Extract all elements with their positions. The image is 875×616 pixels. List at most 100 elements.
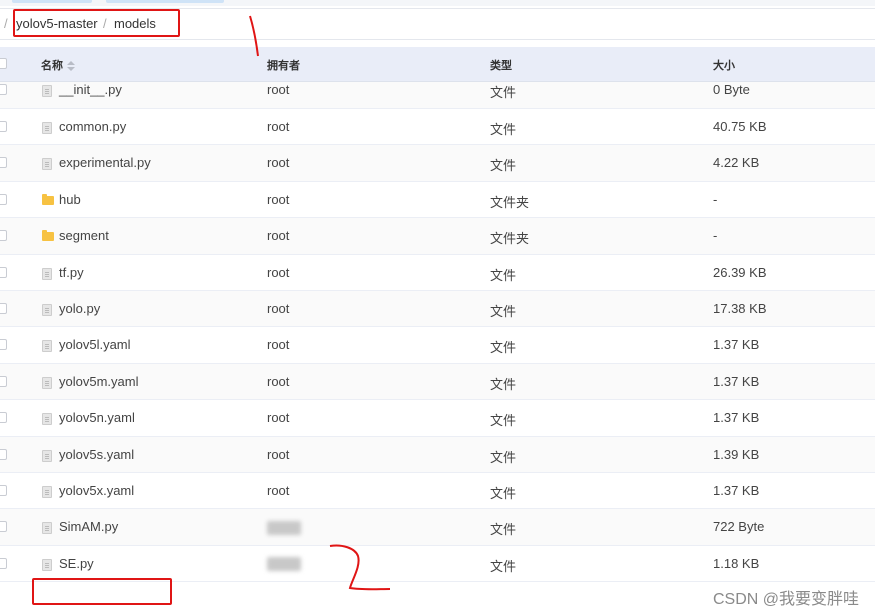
table-row[interactable]: yolov5l.yaml root 文件 1.37 KB xyxy=(0,327,875,364)
file-name-link[interactable]: experimental.py xyxy=(59,155,151,170)
file-icon xyxy=(42,376,52,389)
table-row[interactable]: yolov5m.yaml root 文件 1.37 KB xyxy=(0,363,875,401)
file-name-link[interactable]: segment xyxy=(59,228,109,243)
column-header-size[interactable]: 大小 xyxy=(713,57,735,73)
owner-cell: root xyxy=(267,191,290,207)
row-checkbox[interactable] xyxy=(0,557,7,569)
table-row[interactable]: yolov5x.yaml root 文件 1.37 KB xyxy=(0,473,875,510)
row-checkbox[interactable] xyxy=(0,157,7,169)
select-all-checkbox[interactable] xyxy=(0,58,7,69)
size-cell: 722 Byte xyxy=(713,519,765,535)
file-icon xyxy=(42,340,52,353)
owner-cell xyxy=(267,556,301,572)
table-row[interactable]: tf.py root 文件 26.39 KB xyxy=(0,255,875,291)
file-name-link[interactable]: yolov5l.yaml xyxy=(59,337,131,352)
file-name-link[interactable]: SE.py xyxy=(59,556,94,571)
redacted-owner xyxy=(267,557,301,572)
file-name-link[interactable]: tf.py xyxy=(59,265,84,280)
redacted-owner xyxy=(267,521,301,536)
file-name-link[interactable]: yolov5s.yaml xyxy=(59,447,134,462)
size-cell: 0 Byte xyxy=(713,82,750,98)
file-icon xyxy=(42,303,52,316)
row-checkbox[interactable] xyxy=(0,266,7,278)
column-header-type[interactable]: 类型 xyxy=(490,57,512,73)
file-icon xyxy=(42,121,52,134)
file-name-link[interactable]: __init__.py xyxy=(59,82,122,97)
owner-cell: root xyxy=(267,118,290,134)
size-cell: 1.18 KB xyxy=(713,555,760,571)
top-tab[interactable] xyxy=(12,0,92,3)
row-checkbox[interactable] xyxy=(0,120,7,132)
owner-cell: root xyxy=(267,82,290,98)
row-checkbox[interactable] xyxy=(0,485,7,497)
type-cell: 文件 xyxy=(490,121,517,137)
table-row[interactable]: experimental.py root 文件 4.22 KB xyxy=(0,145,875,182)
type-cell: 文件 xyxy=(490,267,517,283)
owner-cell: root xyxy=(267,410,290,426)
file-name-link[interactable]: yolo.py xyxy=(59,301,100,316)
table-row[interactable]: yolo.py root 文件 17.38 KB xyxy=(0,290,875,328)
type-cell: 文件 xyxy=(490,486,517,502)
type-cell: 文件 xyxy=(490,376,517,392)
row-checkbox[interactable] xyxy=(0,193,7,205)
row-checkbox[interactable] xyxy=(0,375,7,387)
column-header-owner[interactable]: 拥有者 xyxy=(267,57,300,73)
owner-cell: root xyxy=(267,228,290,244)
size-cell: 26.39 KB xyxy=(713,264,767,280)
size-cell: 40.75 KB xyxy=(713,118,767,134)
breadcrumb-item-yolov5-master[interactable]: yolov5-master xyxy=(16,16,98,31)
type-cell: 文件夹 xyxy=(490,231,530,247)
table-header: 名称 拥有者 类型 大小 xyxy=(0,47,875,82)
breadcrumb-item-models[interactable]: models xyxy=(114,16,156,31)
top-tab[interactable] xyxy=(106,0,224,3)
folder-icon xyxy=(42,230,54,242)
file-name-link[interactable]: common.py xyxy=(59,119,126,134)
table-row[interactable]: common.py root 文件 40.75 KB xyxy=(0,109,875,146)
table-row[interactable]: yolov5s.yaml root 文件 1.39 KB xyxy=(0,436,875,474)
table-row[interactable]: segment root 文件夹 - xyxy=(0,218,875,255)
file-list-body: __pycache__root文件夹-__init__.pyroot文件0 By… xyxy=(0,64,875,583)
type-cell: 文件夹 xyxy=(490,194,530,210)
row-checkbox[interactable] xyxy=(0,412,7,424)
breadcrumb-separator: / xyxy=(4,16,8,31)
table-row[interactable]: hub root 文件夹 - xyxy=(0,182,875,219)
table-row[interactable]: yolov5n.yaml root 文件 1.37 KB xyxy=(0,400,875,437)
size-cell: 1.39 KB xyxy=(713,446,760,462)
file-name-link[interactable]: yolov5n.yaml xyxy=(59,410,135,425)
breadcrumb: / yolov5-master / models xyxy=(0,8,875,40)
file-name-link[interactable]: SimAM.py xyxy=(59,519,118,534)
row-checkbox[interactable] xyxy=(0,339,7,351)
type-cell: 文件 xyxy=(490,522,517,538)
owner-cell: root xyxy=(267,264,290,280)
owner-cell: root xyxy=(267,300,290,316)
file-name-link[interactable]: hub xyxy=(59,192,81,207)
row-checkbox[interactable] xyxy=(0,84,7,96)
type-cell: 文件 xyxy=(490,449,517,465)
column-header-name[interactable]: 名称 xyxy=(41,57,75,73)
sort-icon[interactable] xyxy=(67,61,75,72)
row-checkbox[interactable] xyxy=(0,230,7,242)
table-row[interactable]: SimAM.py 文件 722 Byte xyxy=(0,509,875,546)
owner-cell xyxy=(267,519,301,536)
row-checkbox[interactable] xyxy=(0,448,7,460)
file-icon xyxy=(42,158,52,171)
type-cell: 文件 xyxy=(490,158,517,174)
size-cell: 1.37 KB xyxy=(713,373,760,389)
owner-cell: root xyxy=(267,483,290,499)
file-list: __pycache__root文件夹-__init__.pyroot文件0 By… xyxy=(0,64,875,616)
table-row[interactable]: SE.py 文件 1.18 KB xyxy=(0,546,875,583)
size-cell: 1.37 KB xyxy=(713,337,760,353)
owner-cell: root xyxy=(267,337,290,353)
size-cell: - xyxy=(713,228,718,244)
row-checkbox[interactable] xyxy=(0,521,7,533)
type-cell: 文件 xyxy=(490,303,517,319)
row-checkbox[interactable] xyxy=(0,302,7,314)
top-tab-strip xyxy=(0,0,875,6)
file-icon xyxy=(42,449,52,462)
file-name-link[interactable]: yolov5m.yaml xyxy=(59,374,138,389)
size-cell: 4.22 KB xyxy=(713,155,760,171)
size-cell: - xyxy=(713,191,718,207)
type-cell: 文件 xyxy=(490,413,517,429)
file-icon xyxy=(42,522,52,535)
file-name-link[interactable]: yolov5x.yaml xyxy=(59,483,134,498)
